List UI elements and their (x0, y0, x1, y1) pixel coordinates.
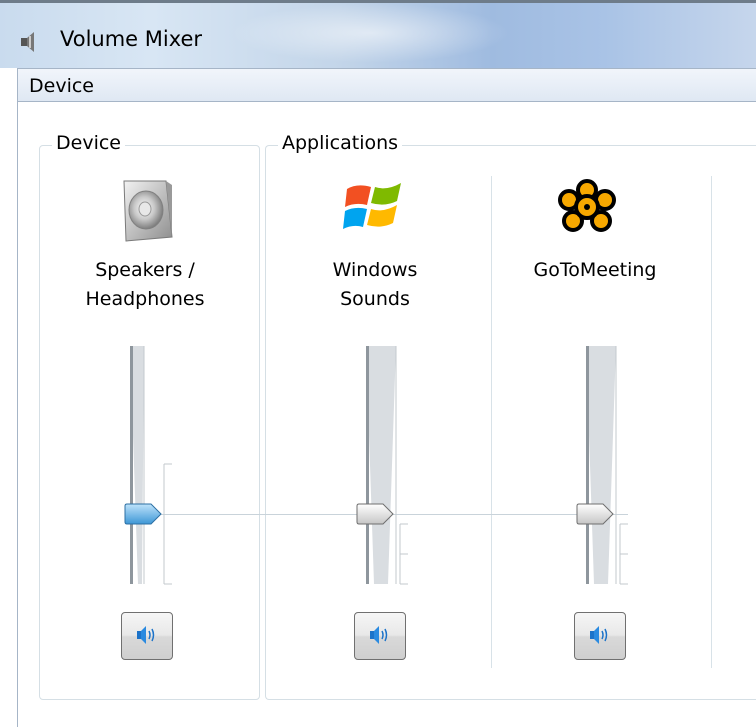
title-bar-glow (230, 3, 510, 63)
volume-wedge (586, 346, 628, 585)
volume-slider-gotomeeting[interactable] (576, 344, 636, 586)
volume-thumb[interactable] (124, 503, 164, 525)
channel-divider (491, 176, 492, 668)
speaker-icon (20, 31, 40, 57)
channel-name-line2: Headphones (85, 288, 205, 310)
channel-label-speakers: Speakers / Headphones (60, 256, 230, 314)
volume-wedge (366, 346, 408, 585)
title-bar[interactable]: Volume Mixer (0, 0, 756, 68)
speaker-device-icon (118, 177, 174, 247)
speaker-volume-icon (135, 624, 159, 649)
applications-group: Applications (265, 132, 756, 700)
volume-slider-windows-sounds[interactable] (356, 344, 416, 586)
channel-label-windows-sounds: Windows Sounds (290, 256, 460, 314)
channel-label-gotomeeting: GoToMeeting (510, 256, 680, 285)
volume-thumb[interactable] (356, 503, 396, 525)
channel-name-line1: GoToMeeting (533, 259, 657, 281)
device-group-title: Device (52, 132, 125, 154)
mute-button-gotomeeting[interactable] (574, 612, 626, 660)
windows-logo-icon (343, 177, 405, 239)
channel-name-line1: Speakers / (95, 259, 195, 281)
gotomeeting-flower-icon (557, 178, 617, 240)
speaker-volume-icon (588, 624, 612, 649)
mute-button-speakers[interactable] (121, 612, 173, 660)
volume-thumb[interactable] (576, 503, 616, 525)
menu-bar: Device (17, 68, 756, 102)
window-title: Volume Mixer (60, 27, 203, 51)
channel-divider (711, 176, 712, 668)
channel-name-line2: Sounds (340, 288, 410, 310)
mute-button-windows-sounds[interactable] (354, 612, 406, 660)
menu-item-device[interactable]: Device (29, 75, 94, 97)
volume-wedge (130, 346, 172, 585)
speaker-volume-icon (368, 624, 392, 649)
applications-group-title: Applications (278, 132, 403, 154)
volume-slider-speakers[interactable] (120, 344, 180, 586)
channel-name-line1: Windows (332, 259, 418, 281)
